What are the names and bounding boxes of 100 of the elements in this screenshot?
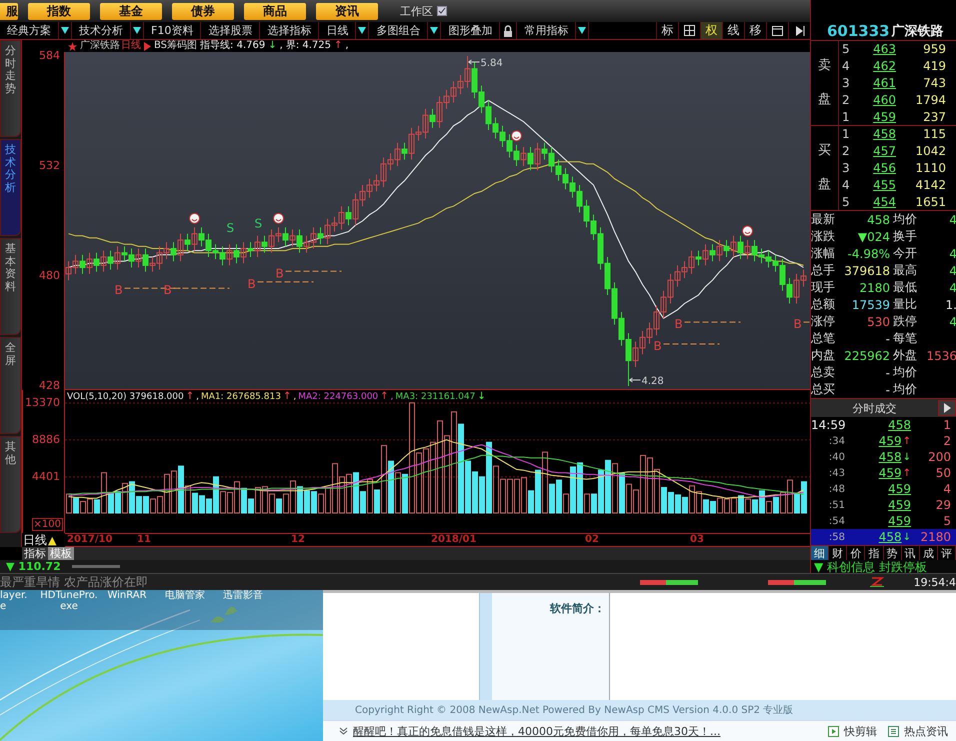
- play-icon: [794, 26, 804, 36]
- side-tab[interactable]: 基本资料: [0, 238, 21, 335]
- dropdown-button[interactable]: [356, 22, 370, 39]
- stat-value: -: [886, 366, 890, 380]
- dropdown-button[interactable]: [59, 22, 72, 39]
- trade-time: 14:59: [811, 418, 845, 432]
- order-level: 4: [842, 178, 851, 192]
- info-tab[interactable]: 细: [811, 546, 830, 560]
- caret-icon: [358, 27, 366, 34]
- candlestick: [136, 248, 142, 268]
- stat-value: 1536: [926, 348, 956, 362]
- stat-label: 量比: [893, 296, 918, 313]
- candlestick: [534, 142, 540, 171]
- order-price: 458: [872, 127, 896, 142]
- stat-label: 最低: [893, 279, 918, 296]
- trend-arrow: ↓: [268, 40, 277, 52]
- side-tab[interactable]: 全屏: [0, 337, 21, 434]
- trade-volume: 1: [942, 418, 951, 432]
- trend-arrow: ↓: [902, 532, 911, 542]
- indicator-value: 界: 4.725: [286, 40, 331, 52]
- toolbar-link[interactable]: 快剪辑: [844, 724, 877, 738]
- toolbar-link[interactable]: 热点资讯: [904, 724, 948, 738]
- buy-marker: B: [164, 283, 172, 298]
- index-value: ▼ 110.72: [6, 560, 61, 573]
- stat-label: 均价: [893, 381, 918, 398]
- trade-row[interactable]: :34 459↑ 2: [811, 433, 956, 449]
- copyright-text: Copyright Right © 2008 NewAsp.Net Powered By NewAsp CMS Version 4.0.0 SP2 专业版: [355, 704, 794, 717]
- trade-row[interactable]: :40 458↓ 200: [811, 449, 956, 465]
- stat-label: 总买: [811, 381, 836, 398]
- buy-marker: B: [674, 317, 683, 332]
- candlestick: [184, 233, 190, 252]
- desktop-icon-label[interactable]: layer. e: [0, 590, 28, 630]
- menu-button[interactable]: 基金: [100, 2, 162, 20]
- order-volume: 237: [922, 110, 946, 124]
- trade-price: 458: [878, 450, 902, 464]
- trade-row[interactable]: :43 459↑ 50: [811, 465, 956, 481]
- buy-marker: B: [114, 283, 123, 298]
- stat-label: 均价: [893, 211, 918, 228]
- desktop-icon-label[interactable]: WinRAR: [107, 590, 147, 630]
- menu-button[interactable]: 指数: [28, 2, 90, 20]
- menu-button[interactable]: 债券: [172, 2, 234, 20]
- support-line: [285, 270, 342, 272]
- side-tab[interactable]: 分时走势: [0, 40, 21, 137]
- panel-tab[interactable]: 指标: [22, 547, 48, 560]
- stat-label: 内盘: [811, 347, 836, 364]
- candlestick: [114, 246, 120, 270]
- activity-meter: [768, 580, 826, 584]
- stat-value: 530: [867, 314, 890, 328]
- candlestick: [262, 235, 268, 254]
- stat-value: -: [886, 332, 890, 346]
- lock-icon: [503, 24, 514, 36]
- leader-line: [629, 378, 641, 382]
- caret-icon: [578, 27, 586, 34]
- support-line: [257, 281, 314, 282]
- news-link[interactable]: 醒醒吧！真正的免息借钱是这样，40000元免费借你用，每单免息30天！...: [353, 724, 720, 738]
- trade-time: :54: [828, 516, 845, 526]
- info-tab[interactable]: 势: [884, 546, 902, 560]
- indicator-value: 指导线: 4.769: [200, 40, 266, 52]
- dropdown-button[interactable]: [576, 22, 590, 39]
- next-button[interactable]: [938, 400, 956, 416]
- info-tab[interactable]: 财: [829, 546, 848, 560]
- trade-row[interactable]: :51 459 29: [811, 497, 956, 513]
- leader-line: [468, 60, 480, 64]
- side-tab[interactable]: 其他: [0, 436, 21, 533]
- triangle-marker: ▲: [48, 534, 56, 546]
- trade-volume: 50: [934, 466, 951, 480]
- candlestick: [108, 250, 114, 270]
- trade-row[interactable]: :54 459 5: [811, 513, 956, 529]
- info-tab[interactable]: 讯: [902, 546, 920, 560]
- candlestick: [80, 254, 86, 274]
- trade-price: 459: [878, 434, 902, 448]
- separator-text: ,: [293, 392, 296, 402]
- menu-button[interactable]: 商品: [244, 2, 306, 20]
- dropdown-button[interactable]: [428, 22, 442, 39]
- stat-label: 最新: [811, 211, 836, 228]
- candlestick: [290, 228, 296, 247]
- order-level: 3: [842, 76, 851, 90]
- menu-button[interactable]: 服: [0, 2, 18, 20]
- menu-button[interactable]: 资讯: [316, 2, 378, 20]
- candlestick: [248, 242, 254, 258]
- trade-row[interactable]: 14:59 458 1: [811, 417, 956, 433]
- desktop-icon-label[interactable]: HDTunePro. exe: [40, 590, 98, 630]
- toolbar-tool[interactable]: 权: [700, 22, 722, 39]
- trade-volume: 5: [942, 514, 951, 528]
- stat-value: 4: [949, 280, 956, 294]
- candlestick: [738, 235, 744, 260]
- side-tab[interactable]: 技术分析: [0, 139, 21, 236]
- panel-tab[interactable]: 模板: [48, 547, 74, 560]
- candlestick: [520, 146, 526, 166]
- order-volume: 959: [922, 42, 946, 56]
- trade-volume: 2180: [919, 530, 951, 544]
- stat-label: 总额: [811, 296, 836, 313]
- candlestick: [234, 244, 240, 264]
- trade-row[interactable]: :58 458↓ 2180: [811, 529, 956, 545]
- dropdown-button[interactable]: [131, 22, 144, 39]
- trade-row[interactable]: :48 459 4: [811, 481, 956, 497]
- stat-value: 225962: [844, 348, 890, 362]
- trade-volume: 200: [927, 450, 951, 464]
- scroll-bar[interactable]: [72, 565, 120, 568]
- axis-label: 8886: [32, 432, 60, 447]
